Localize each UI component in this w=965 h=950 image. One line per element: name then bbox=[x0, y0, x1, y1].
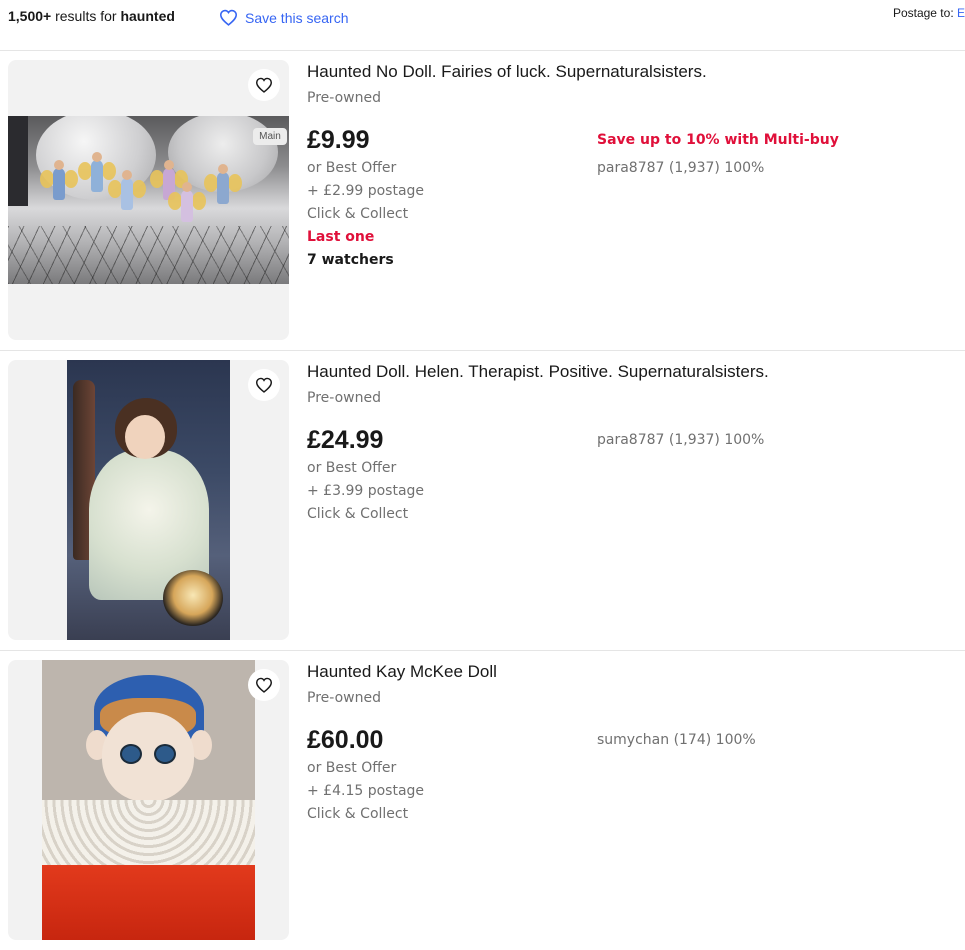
listing-seller: sumychan (174) 100% bbox=[597, 732, 756, 748]
listing-best-offer: or Best Offer bbox=[307, 760, 397, 776]
results-count: 1,500+ results for haunted bbox=[8, 8, 175, 24]
listing-title-link[interactable]: Haunted Kay McKee Doll bbox=[307, 662, 497, 682]
heart-outline-icon bbox=[255, 677, 273, 693]
listing-condition: Pre-owned bbox=[307, 90, 381, 106]
listing-best-offer: or Best Offer bbox=[307, 160, 397, 176]
postage-to: Postage to: E bbox=[893, 6, 965, 20]
listing-best-offer: or Best Offer bbox=[307, 460, 397, 476]
listing-click-collect: Click & Collect bbox=[307, 806, 409, 822]
listing-promo: Save up to 10% with Multi-buy bbox=[597, 132, 839, 148]
save-search-label: Save this search bbox=[245, 9, 349, 26]
heart-outline-icon bbox=[219, 9, 238, 26]
listing-watchers: 7 watchers bbox=[307, 252, 394, 268]
search-query: haunted bbox=[120, 8, 175, 24]
main-image-badge: Main bbox=[253, 128, 287, 145]
listing-price: £24.99 bbox=[307, 426, 384, 454]
listing-seller: para8787 (1,937) 100% bbox=[597, 160, 765, 176]
listing-seller: para8787 (1,937) 100% bbox=[597, 432, 765, 448]
heart-outline-icon bbox=[255, 377, 273, 393]
listing-photo bbox=[67, 360, 230, 640]
listing-condition: Pre-owned bbox=[307, 690, 381, 706]
listing-item: Main Haunted No Doll. Fairies of luck. S… bbox=[0, 50, 965, 351]
listing-click-collect: Click & Collect bbox=[307, 206, 409, 222]
listing-click-collect: Click & Collect bbox=[307, 506, 409, 522]
listing-title-link[interactable]: Haunted Doll. Helen. Therapist. Positive… bbox=[307, 362, 769, 382]
listing-condition: Pre-owned bbox=[307, 390, 381, 406]
save-search-button[interactable]: Save this search bbox=[219, 9, 349, 26]
listing-postage: + £3.99 postage bbox=[307, 483, 425, 499]
watchlist-button[interactable] bbox=[248, 69, 280, 101]
listing-photo bbox=[42, 660, 255, 940]
watchlist-button[interactable] bbox=[248, 669, 280, 701]
listing-image[interactable] bbox=[8, 660, 289, 940]
results-count-text: results for bbox=[51, 8, 121, 24]
heart-outline-icon bbox=[255, 77, 273, 93]
listing-image[interactable]: Main bbox=[8, 60, 289, 340]
listing-title-link[interactable]: Haunted No Doll. Fairies of luck. Supern… bbox=[307, 62, 707, 82]
listing-price: £60.00 bbox=[307, 726, 384, 754]
postage-to-location-link[interactable]: E bbox=[957, 6, 965, 20]
listing-postage: + £4.15 postage bbox=[307, 783, 425, 799]
watchlist-button[interactable] bbox=[248, 369, 280, 401]
listing-postage: + £2.99 postage bbox=[307, 183, 425, 199]
listing-price: £9.99 bbox=[307, 126, 370, 154]
listing-item: Haunted Doll. Helen. Therapist. Positive… bbox=[0, 350, 965, 651]
results-header: 1,500+ results for haunted Save this sea… bbox=[0, 0, 965, 51]
postage-to-label: Postage to: bbox=[892, 6, 957, 20]
results-count-number: 1,500+ bbox=[8, 8, 52, 24]
listing-item: Haunted Kay McKee Doll Pre-owned £60.00 … bbox=[0, 650, 965, 950]
listing-photo: Main bbox=[8, 116, 289, 284]
listing-stock-status: Last one bbox=[307, 229, 375, 245]
listing-image[interactable] bbox=[8, 360, 289, 640]
